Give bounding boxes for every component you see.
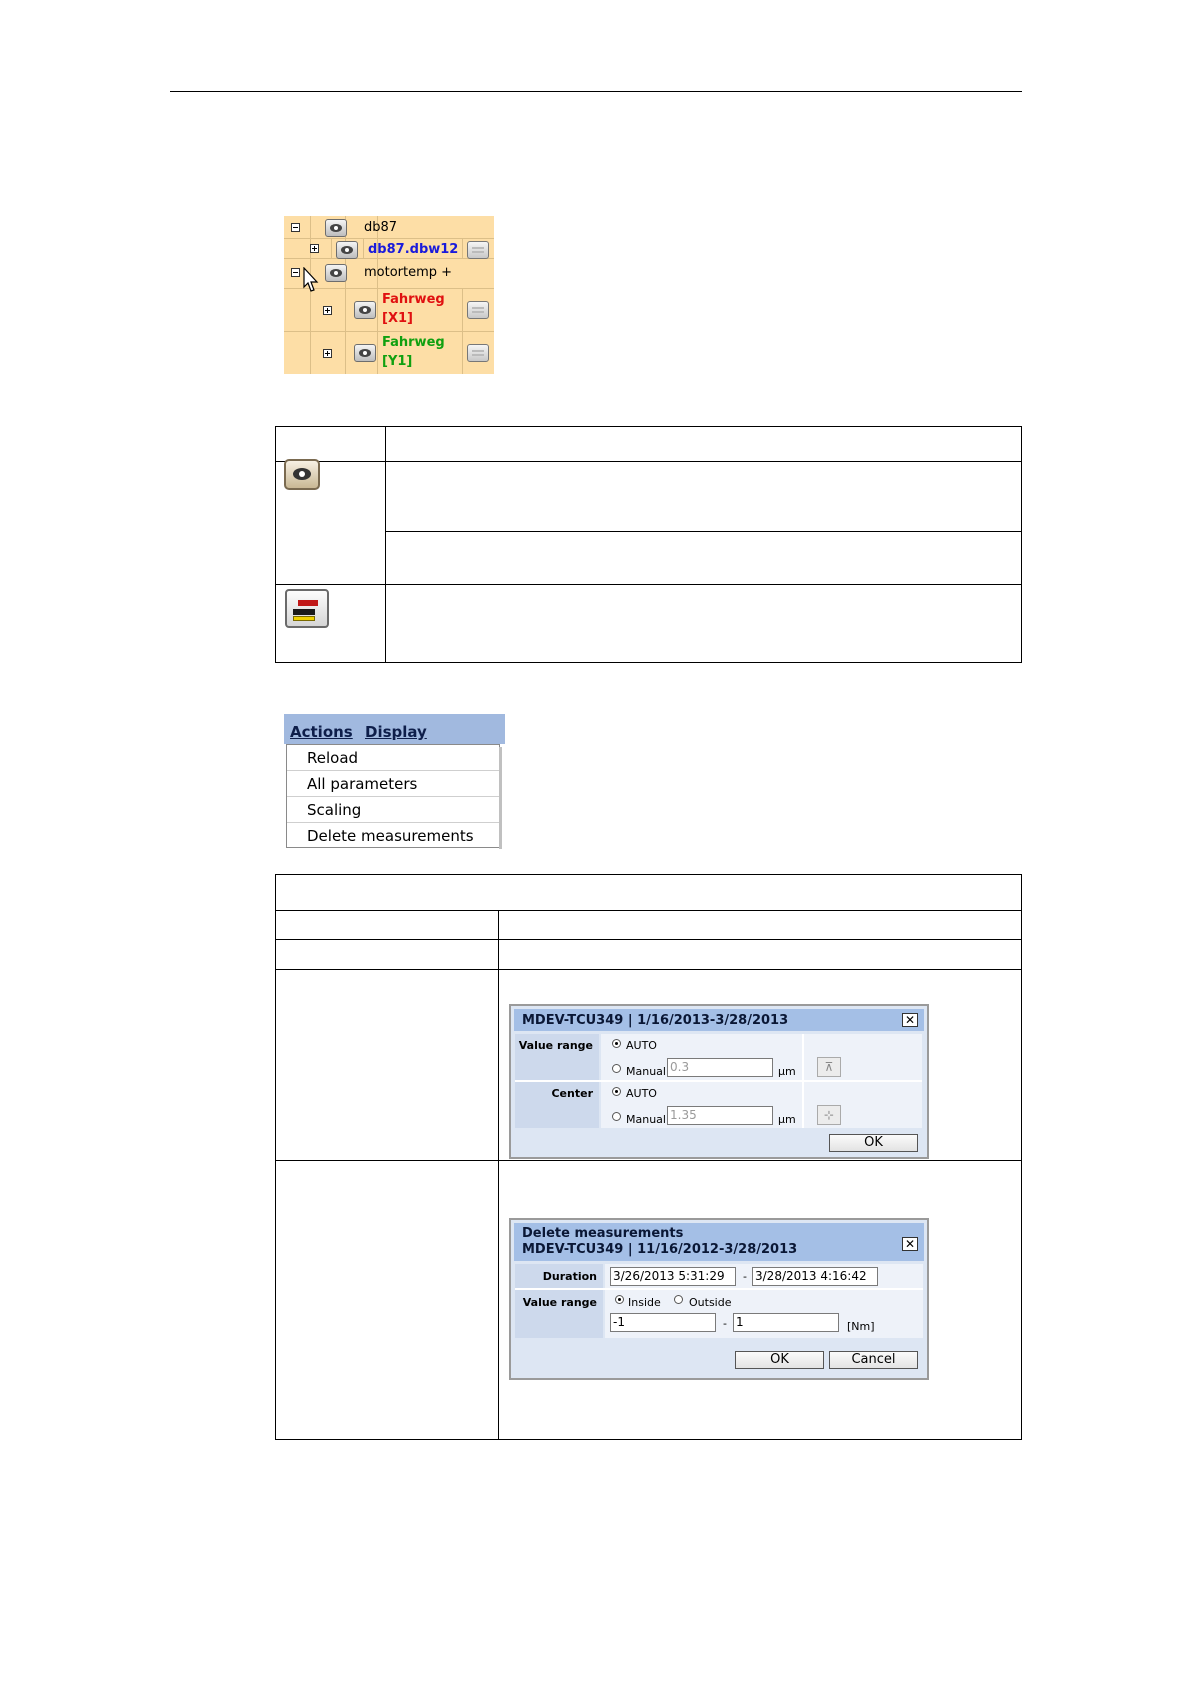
eye-icon	[284, 459, 320, 490]
center-manual-radio[interactable]	[612, 1112, 621, 1121]
tree-node-label[interactable]: motortemp +	[364, 265, 452, 280]
center-manual-input[interactable]: 1.35	[667, 1106, 773, 1125]
eye-icon[interactable]	[336, 241, 358, 259]
outside-radio[interactable]	[674, 1295, 683, 1304]
tree-node-label[interactable]: db87	[364, 220, 397, 235]
eye-icon[interactable]	[354, 301, 376, 319]
manual-label: Manual	[626, 1065, 666, 1078]
unit-label: µm	[778, 1065, 796, 1078]
value-range-manual-input[interactable]: 0.3	[667, 1058, 773, 1077]
tree-node-label[interactable]: Fahrweg	[382, 335, 445, 350]
inside-radio[interactable]	[615, 1295, 624, 1304]
value-range-auto-radio[interactable]	[612, 1039, 621, 1048]
manual-label: Manual	[626, 1113, 666, 1126]
variable-tree: db87 db87.dbw12 motortemp + Fahrweg [X1]…	[284, 216, 494, 374]
scaling-icon[interactable]	[467, 301, 489, 319]
eye-icon[interactable]	[325, 219, 347, 237]
collapse-toggle[interactable]	[291, 268, 300, 277]
range-from-input[interactable]: -1	[610, 1313, 716, 1332]
scaling-dialog: MDEV-TCU349 | 1/16/2013-3/28/2013 ✕ Valu…	[509, 1004, 929, 1159]
menu-tab-actions[interactable]: Actions	[290, 723, 353, 741]
delete-measurements-dialog: Delete measurements MDEV-TCU349 | 11/16/…	[509, 1218, 929, 1380]
value-range-label: Value range	[522, 1296, 597, 1309]
cancel-button[interactable]: Cancel	[829, 1351, 918, 1369]
menu-bar: Actions Display	[284, 714, 505, 744]
outside-label: Outside	[689, 1296, 732, 1309]
menu-item-scaling[interactable]: Scaling	[287, 797, 499, 823]
inside-label: Inside	[628, 1296, 661, 1309]
autoscale-icon[interactable]: ⊼	[817, 1057, 841, 1077]
dialog-title: MDEV-TCU349 | 1/16/2013-3/28/2013	[522, 1013, 789, 1028]
close-icon[interactable]: ✕	[902, 1013, 918, 1027]
center-auto-radio[interactable]	[612, 1087, 621, 1096]
close-icon[interactable]: ✕	[902, 1237, 918, 1251]
ok-button[interactable]: OK	[735, 1351, 824, 1369]
dash-label: -	[743, 1270, 747, 1283]
auto-label: AUTO	[626, 1039, 657, 1052]
collapse-toggle[interactable]	[291, 223, 300, 232]
menu-item-delete-measurements[interactable]: Delete measurements	[287, 823, 499, 849]
center-icon[interactable]: ⊹	[817, 1105, 841, 1125]
duration-from-input[interactable]: 3/26/2013 5:31:29	[610, 1267, 736, 1286]
ok-button[interactable]: OK	[829, 1134, 918, 1152]
scaling-icon[interactable]	[467, 241, 489, 259]
eye-icon[interactable]	[325, 264, 347, 282]
mouse-pointer-icon	[303, 267, 319, 292]
value-range-manual-radio[interactable]	[612, 1064, 621, 1073]
unit-label: [Nm]	[847, 1320, 875, 1333]
tree-node-label[interactable]: [Y1]	[382, 354, 412, 369]
tree-node-label[interactable]: [X1]	[382, 311, 413, 326]
center-label: Center	[551, 1087, 593, 1100]
actions-menu: Reload All parameters Scaling Delete mea…	[286, 744, 500, 848]
scaling-icon	[285, 589, 329, 628]
value-range-label: Value range	[518, 1039, 593, 1052]
dialog-title: Delete measurements	[522, 1226, 684, 1241]
dialog-subtitle: MDEV-TCU349 | 11/16/2012-3/28/2013	[522, 1242, 798, 1257]
header-rule	[170, 91, 1022, 92]
menu-tab-display[interactable]: Display	[365, 723, 427, 741]
scaling-icon[interactable]	[467, 344, 489, 362]
dash-label: -	[723, 1317, 727, 1330]
tree-node-label[interactable]: db87.dbw12	[368, 242, 458, 257]
menu-item-all-parameters[interactable]: All parameters	[287, 771, 499, 797]
duration-to-input[interactable]: 3/28/2013 4:16:42	[752, 1267, 878, 1286]
tree-node-label[interactable]: Fahrweg	[382, 292, 445, 307]
duration-label: Duration	[542, 1270, 597, 1283]
expand-toggle[interactable]	[323, 349, 332, 358]
auto-label: AUTO	[626, 1087, 657, 1100]
range-to-input[interactable]: 1	[733, 1313, 839, 1332]
unit-label: µm	[778, 1113, 796, 1126]
expand-toggle[interactable]	[310, 244, 319, 253]
menu-item-reload[interactable]: Reload	[287, 745, 499, 771]
eye-icon[interactable]	[354, 344, 376, 362]
expand-toggle[interactable]	[323, 306, 332, 315]
